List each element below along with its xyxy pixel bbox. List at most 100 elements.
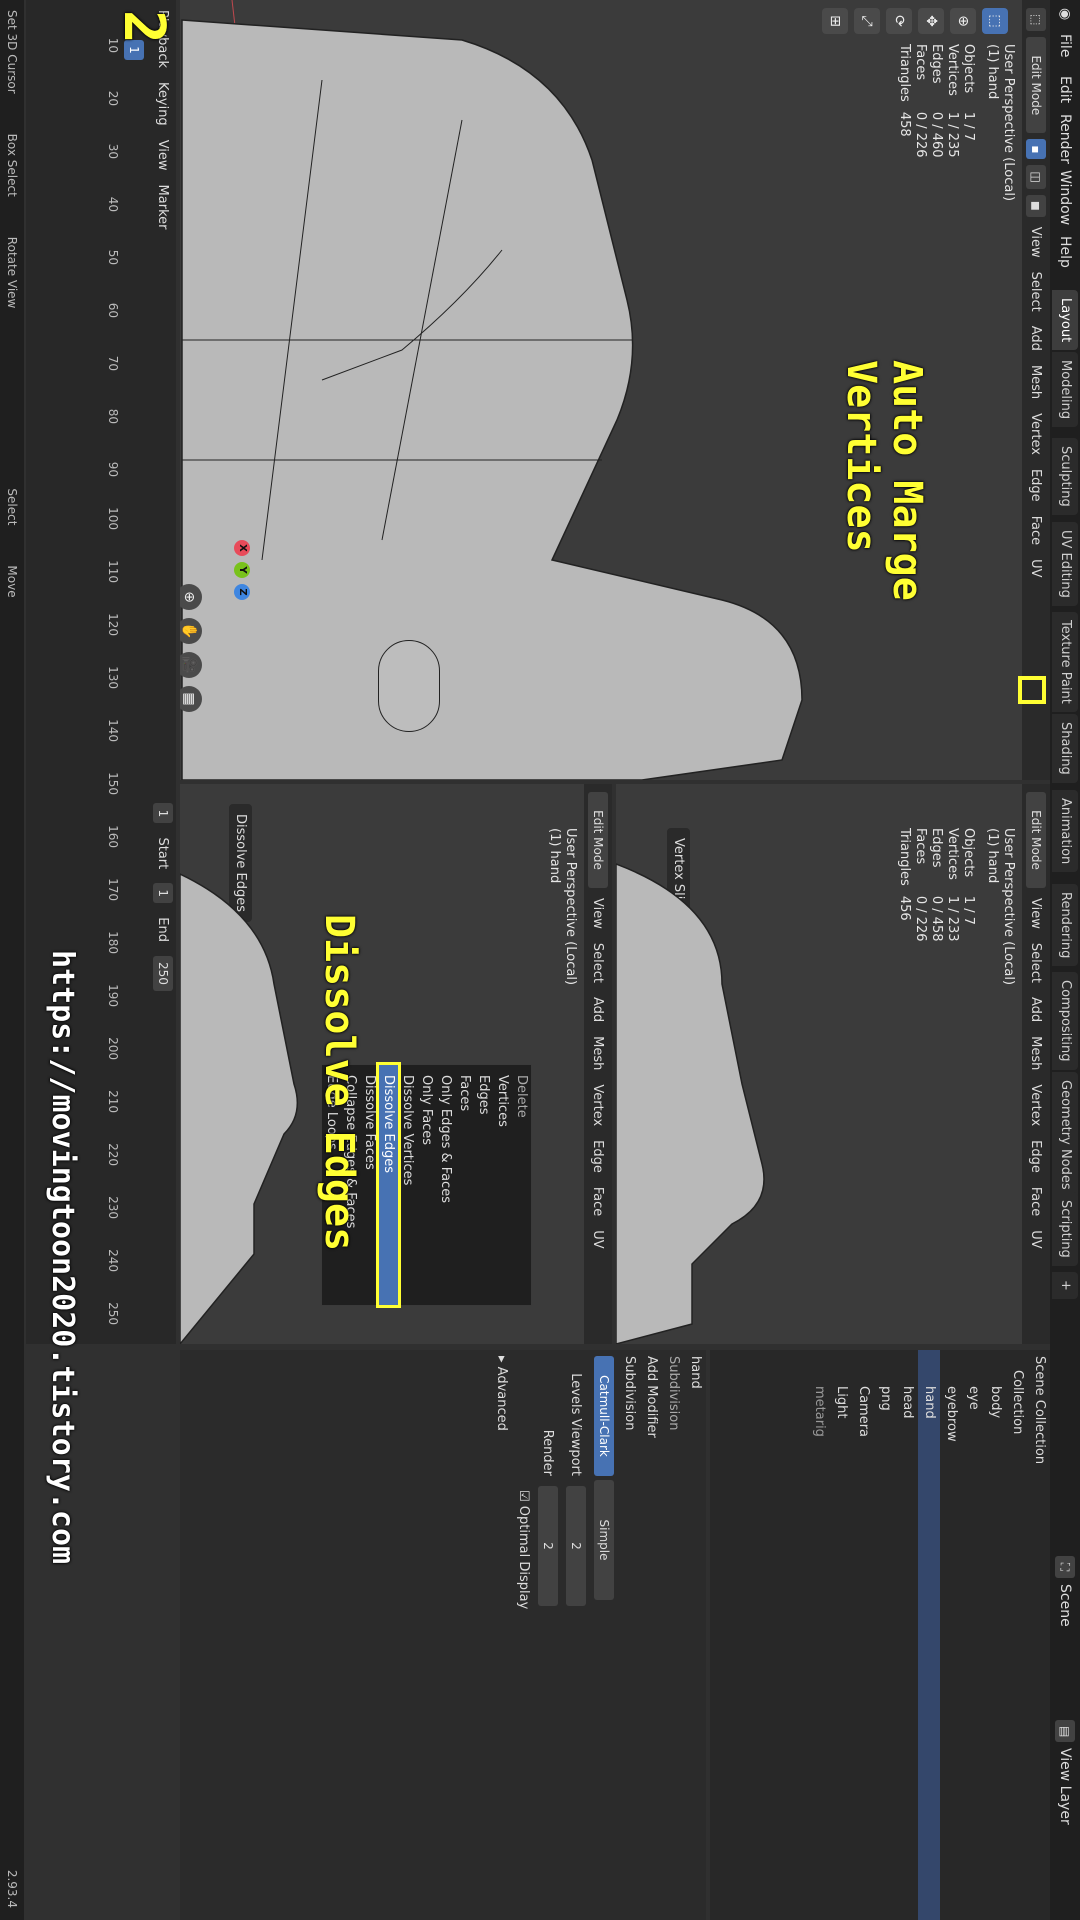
- outliner-item[interactable]: png: [874, 1350, 896, 1920]
- menu-view[interactable]: View: [591, 894, 606, 933]
- menu-select[interactable]: Select: [1029, 268, 1044, 316]
- dissolve-edges[interactable]: Dissolve Edges: [378, 1027, 399, 1343]
- tab-texture-paint[interactable]: Texture Paint: [1052, 612, 1078, 712]
- end-frame-field[interactable]: 250: [153, 955, 173, 991]
- viewport-top-right[interactable]: Edit Mode View Select Add Mesh Vertex Ed…: [616, 784, 1050, 1344]
- menu-add[interactable]: Add: [1029, 993, 1044, 1026]
- vertex-select-icon[interactable]: ▪: [1026, 139, 1046, 160]
- outliner-item-selected[interactable]: hand: [918, 1350, 940, 1920]
- menu-uv[interactable]: UV: [1029, 555, 1044, 581]
- menu-select[interactable]: Select: [591, 939, 606, 987]
- delete-faces[interactable]: Faces: [455, 1065, 474, 1305]
- blender-logo-icon[interactable]: ◉: [1050, 8, 1080, 28]
- menu-view[interactable]: View: [1029, 894, 1044, 933]
- add-workspace-button[interactable]: +: [1052, 1272, 1078, 1299]
- outliner-root[interactable]: Scene Collection: [1028, 1350, 1050, 1920]
- menu-file[interactable]: File: [1050, 34, 1080, 57]
- start-frame-field[interactable]: 1: [153, 883, 173, 904]
- axis-x-icon[interactable]: X: [234, 540, 250, 556]
- menu-add[interactable]: Add: [591, 993, 606, 1026]
- render-levels-field[interactable]: 2: [538, 1486, 558, 1606]
- tab-animation[interactable]: Animation: [1052, 790, 1078, 873]
- tab-geometry-nodes[interactable]: Geometry Nodes: [1052, 1072, 1078, 1198]
- ortho-grid-icon[interactable]: ▦: [180, 686, 202, 712]
- camera-view-icon[interactable]: 🎥: [180, 652, 202, 678]
- editor-type-icon[interactable]: ⬚: [1026, 8, 1046, 32]
- advanced-section[interactable]: ▸ Advanced: [490, 1350, 512, 1920]
- menu-mesh[interactable]: Mesh: [1029, 1032, 1044, 1074]
- modifier-name-field[interactable]: Subdivision: [618, 1350, 640, 1920]
- viewport-bottom-right[interactable]: Edit Mode View Select Add Mesh Vertex Ed…: [180, 784, 612, 1344]
- edge-select-icon[interactable]: ◫: [1026, 165, 1046, 189]
- tab-compositing[interactable]: Compositing: [1052, 972, 1078, 1070]
- auto-merge-highlight-box: [1018, 676, 1046, 704]
- menu-window[interactable]: Window: [1050, 170, 1080, 225]
- delete-only-edges-faces[interactable]: Only Edges & Faces: [436, 1065, 455, 1305]
- outliner-item[interactable]: metarig: [808, 1350, 830, 1920]
- view-layer-icon[interactable]: ▤: [1055, 1720, 1075, 1742]
- menu-select[interactable]: Select: [1029, 939, 1044, 987]
- menu-mesh[interactable]: Mesh: [1029, 361, 1044, 403]
- axis-y-icon[interactable]: Y: [234, 562, 250, 578]
- menu-vertex[interactable]: Vertex: [1029, 409, 1044, 459]
- mode-selector[interactable]: Edit Mode: [1026, 792, 1046, 888]
- mode-selector[interactable]: Edit Mode: [1026, 37, 1046, 134]
- menu-edge[interactable]: Edge: [591, 1136, 606, 1177]
- subdivision-mode: Catmull-Clark Simple: [590, 1350, 618, 1920]
- menu-face[interactable]: Face: [1029, 512, 1044, 549]
- current-frame-field[interactable]: 1: [153, 803, 173, 824]
- tab-rendering[interactable]: Rendering: [1052, 884, 1078, 967]
- scene-selector[interactable]: Scene: [1050, 1584, 1080, 1627]
- menu-vertex[interactable]: Vertex: [591, 1080, 606, 1130]
- menu-help[interactable]: Help: [1050, 236, 1080, 268]
- menu-marker[interactable]: Marker: [156, 185, 171, 230]
- menu-vertex[interactable]: Vertex: [1029, 1080, 1044, 1130]
- menu-add[interactable]: Add: [1029, 322, 1044, 355]
- axis-z-icon[interactable]: Z: [234, 584, 250, 600]
- menu-face[interactable]: Face: [1029, 1183, 1044, 1220]
- dissolve-vertices[interactable]: Dissolve Vertices: [398, 1065, 417, 1305]
- menu-view[interactable]: View: [1029, 223, 1044, 262]
- outliner-item[interactable]: eye: [962, 1350, 984, 1920]
- delete-only-faces[interactable]: Only Faces: [417, 1065, 436, 1305]
- delete-edges[interactable]: Edges: [474, 1065, 493, 1305]
- menu-mesh[interactable]: Mesh: [591, 1032, 606, 1074]
- scene-icon[interactable]: ⛶: [1055, 1556, 1075, 1578]
- menu-view[interactable]: View: [156, 140, 171, 171]
- delete-vertices[interactable]: Vertices: [493, 1065, 512, 1305]
- tab-uv-editing[interactable]: UV Editing: [1052, 522, 1078, 606]
- menu-uv[interactable]: UV: [1029, 1226, 1044, 1252]
- mode-selector[interactable]: Edit Mode: [588, 792, 608, 888]
- menu-face[interactable]: Face: [591, 1183, 606, 1220]
- tab-sculpting[interactable]: Sculpting: [1052, 438, 1078, 515]
- tab-layout[interactable]: Layout: [1052, 290, 1078, 351]
- tab-modeling[interactable]: Modeling: [1052, 352, 1078, 428]
- menu-edit[interactable]: Edit: [1050, 76, 1080, 103]
- levels-viewport-field[interactable]: 2: [566, 1486, 586, 1606]
- menu-edge[interactable]: Edge: [1029, 465, 1044, 506]
- outliner-item[interactable]: eyebrow: [940, 1350, 962, 1920]
- menu-keying[interactable]: Keying: [156, 82, 171, 126]
- outliner-item[interactable]: head: [896, 1350, 918, 1920]
- outliner-item[interactable]: Camera: [852, 1350, 874, 1920]
- menu-uv[interactable]: UV: [591, 1226, 606, 1252]
- outliner-item[interactable]: body: [984, 1350, 1006, 1920]
- menu-edge[interactable]: Edge: [1029, 1136, 1044, 1177]
- viewport-main[interactable]: ⬚ Edit Mode ▪ ◫ ◼ View Select Add Mesh V…: [180, 0, 1050, 780]
- outliner-collection[interactable]: Collection: [1006, 1350, 1028, 1920]
- view-layer-selector[interactable]: View Layer: [1050, 1748, 1080, 1825]
- dissolve-faces[interactable]: Dissolve Faces: [360, 1065, 379, 1305]
- face-select-icon[interactable]: ◼: [1026, 194, 1046, 217]
- catmull-clark-button[interactable]: Catmull-Clark: [594, 1356, 614, 1476]
- outliner-item[interactable]: Light: [830, 1350, 852, 1920]
- simple-button[interactable]: Simple: [594, 1480, 614, 1600]
- watermark-url: https://movingtoon2020.tistory.com: [45, 950, 80, 1565]
- zoom-icon[interactable]: ⊕: [180, 584, 202, 610]
- menu-render[interactable]: Render: [1050, 114, 1080, 164]
- optimal-display-checkbox[interactable]: ☑ Optimal Display: [512, 1350, 534, 1920]
- add-modifier-button[interactable]: Add Modifier: [640, 1350, 662, 1920]
- tab-scripting[interactable]: Scripting: [1052, 1192, 1078, 1266]
- render-levels-label: Render: [540, 1429, 556, 1476]
- tab-shading[interactable]: Shading: [1052, 714, 1078, 783]
- pan-hand-icon[interactable]: ✋: [180, 618, 202, 644]
